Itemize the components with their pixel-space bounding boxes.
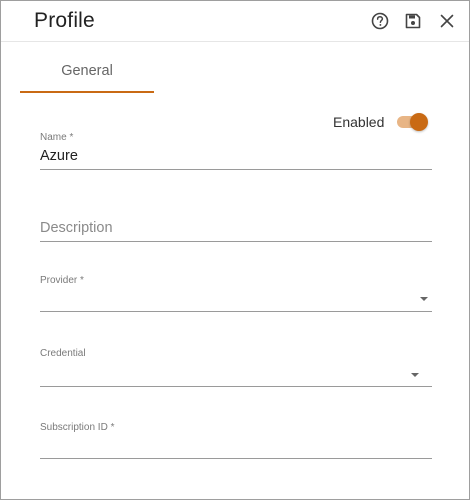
dialog-title: Profile <box>34 9 95 32</box>
name-value: Azure <box>40 148 78 164</box>
provider-chevron-down-icon <box>420 297 428 301</box>
credential-select[interactable]: Credential <box>40 347 432 387</box>
help-circle-icon <box>371 12 389 30</box>
dialog-header: Profile <box>1 1 469 42</box>
provider-label: Provider * <box>40 275 84 286</box>
enabled-label: Enabled <box>333 114 385 130</box>
description-placeholder: Description <box>40 220 113 236</box>
name-label: Name * <box>40 132 74 143</box>
save-icon <box>405 13 421 29</box>
close-button[interactable] <box>437 11 457 31</box>
save-button[interactable] <box>403 11 423 31</box>
tab-general-label: General <box>61 63 113 79</box>
close-icon <box>440 14 454 28</box>
tab-general[interactable]: General <box>20 53 154 93</box>
credential-chevron-down-icon <box>411 373 419 377</box>
subscription-id-label: Subscription ID * <box>40 422 115 433</box>
toggle-thumb <box>410 113 428 131</box>
subscription-id-field[interactable]: Subscription ID * <box>40 421 432 459</box>
description-field[interactable]: Description <box>40 213 432 242</box>
help-button[interactable] <box>370 11 390 31</box>
name-field[interactable]: Name * Azure <box>40 131 432 170</box>
credential-label: Credential <box>40 348 86 359</box>
enabled-toggle[interactable] <box>396 113 430 131</box>
provider-select[interactable]: Provider * <box>40 274 432 312</box>
profile-dialog: Profile General Enabled Name * Azure Des… <box>0 0 470 500</box>
